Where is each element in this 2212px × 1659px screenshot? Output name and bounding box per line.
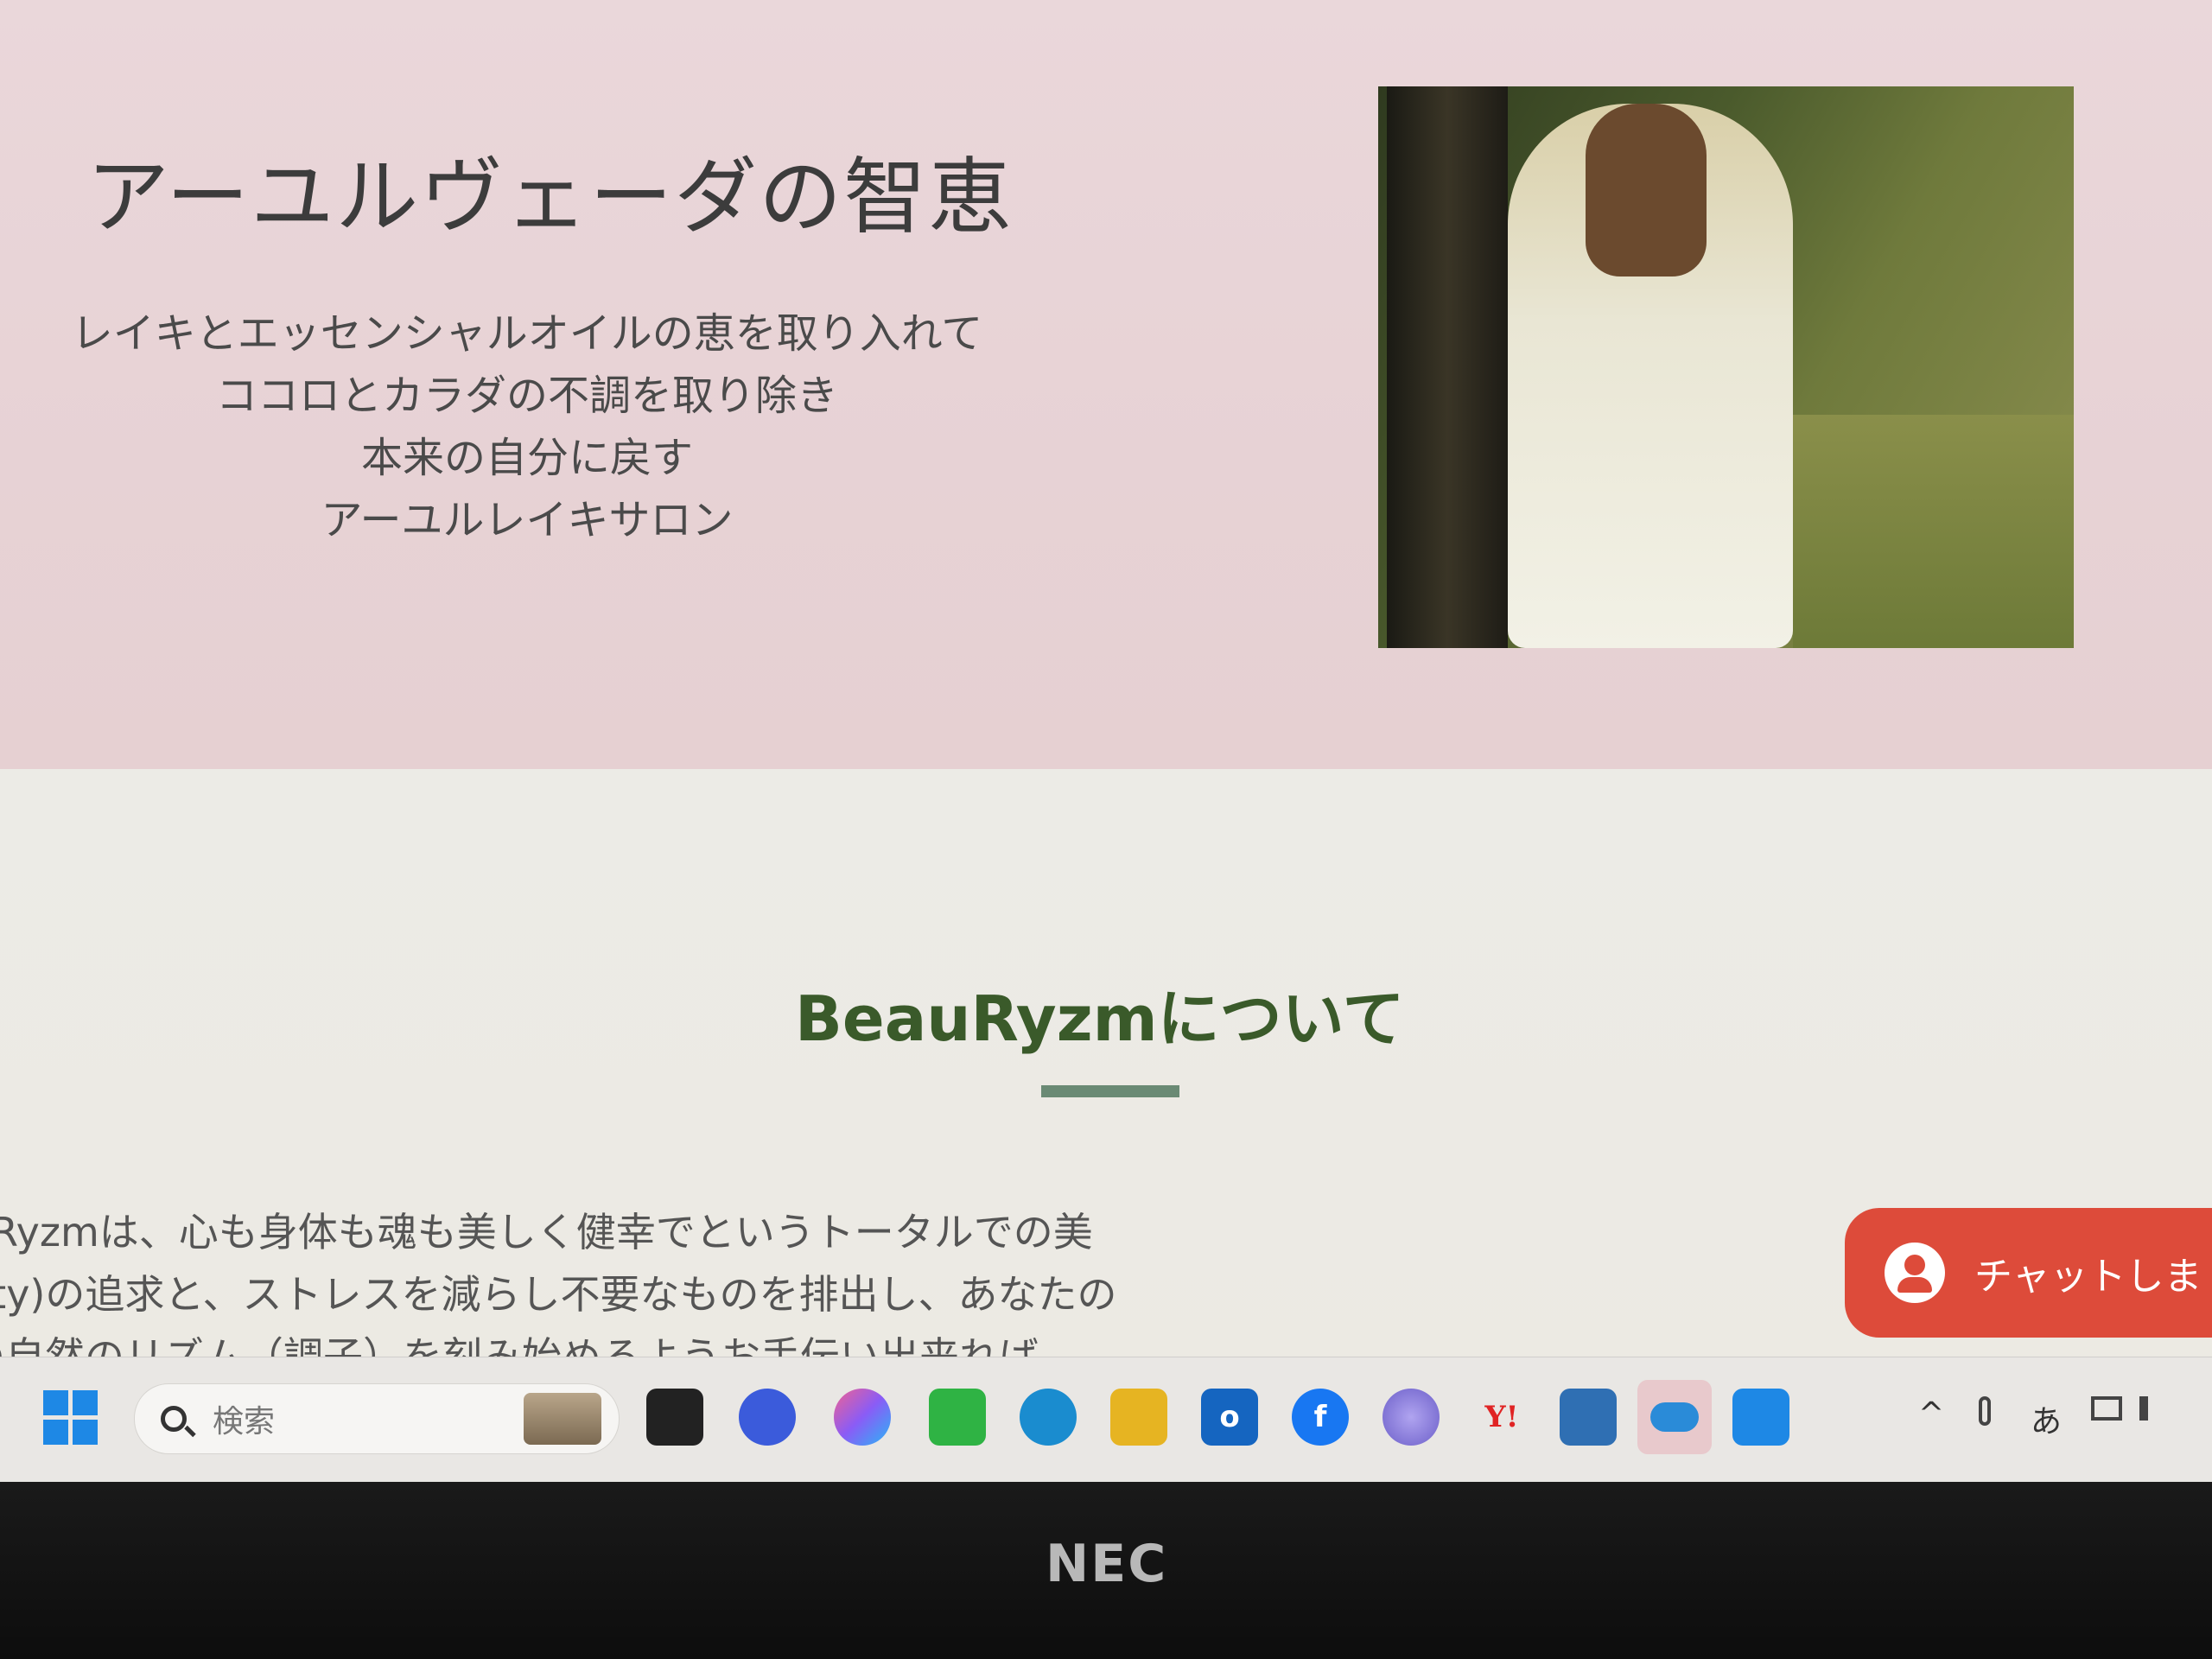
outlook-icon[interactable]: o [1201, 1389, 1258, 1446]
microphone-icon[interactable] [1979, 1396, 1991, 1426]
ime-indicator[interactable]: あ [2031, 1396, 2062, 1441]
hero-line: 本来の自分に戻す [360, 434, 693, 482]
photo-tree-trunk [1387, 86, 1508, 648]
chat-button-label: チャットしま [1974, 1255, 2202, 1299]
about-line: uRyzmは、心も身体も魂も美しく健幸でというトータルでの美 [0, 1209, 1093, 1255]
laptop-brand-logo: NEC [1046, 1534, 1168, 1594]
outlook-label: o [1219, 1400, 1240, 1434]
system-tray: ^ あ [1918, 1357, 2212, 1482]
onedrive-button[interactable] [1637, 1380, 1712, 1454]
facebook-icon[interactable]: f [1292, 1389, 1349, 1446]
hero-line: レイキとエッセンシャルオイルの恵を取り入れて [71, 309, 983, 358]
onedrive-icon [1650, 1402, 1699, 1432]
volume-icon[interactable] [2139, 1396, 2160, 1421]
chat-button[interactable]: チャットしま [1845, 1208, 2212, 1338]
edge-icon[interactable] [1020, 1389, 1077, 1446]
network-icon[interactable] [2091, 1396, 2122, 1421]
photo-background-field [1793, 415, 2074, 648]
copilot-icon[interactable] [834, 1389, 891, 1446]
hero-photo [1378, 86, 2074, 648]
taskbar: 検索 o f Y! ^ あ [0, 1357, 2212, 1482]
line-icon[interactable] [929, 1389, 986, 1446]
hero-section: アーユルヴェーダの智恵 レイキとエッセンシャルオイルの恵を取り入れて ココロとカ… [0, 0, 2212, 769]
task-view-icon[interactable] [646, 1389, 703, 1446]
notepad-icon[interactable] [1560, 1389, 1617, 1446]
photo-hair [1586, 104, 1707, 276]
app-orb-icon[interactable] [1382, 1389, 1440, 1446]
search-highlight-icon [524, 1393, 601, 1445]
hero-line: アーユルレイキサロン [321, 496, 734, 544]
hero-title: アーユルヴェーダの智恵 [86, 149, 1014, 245]
yahoo-icon[interactable]: Y! [1473, 1389, 1530, 1446]
windows-start-icon[interactable] [43, 1390, 99, 1446]
browser-viewport: アーユルヴェーダの智恵 レイキとエッセンシャルオイルの恵を取り入れて ココロとカ… [0, 0, 2212, 1482]
about-line: uty)の追求と、ストレスを減らし不要なものを排出し、あなたの [0, 1271, 1117, 1318]
facebook-label: f [1313, 1400, 1327, 1434]
photos-icon[interactable] [1732, 1389, 1789, 1446]
search-placeholder: 検索 [213, 1404, 276, 1440]
taskbar-search[interactable]: 検索 [134, 1383, 620, 1454]
yahoo-label: Y! [1484, 1400, 1519, 1434]
about-title-underline [1041, 1085, 1179, 1097]
tray-chevron-icon[interactable]: ^ [1918, 1396, 1944, 1432]
hero-tagline: レイキとエッセンシャルオイルの恵を取り入れて ココロとカラダの不調を取り除き 本… [52, 302, 1002, 551]
hero-line: ココロとカラダの不調を取り除き [215, 372, 838, 420]
search-icon [161, 1406, 187, 1432]
chat-person-icon [1885, 1243, 1945, 1303]
about-title: BeauRyzmについて [795, 982, 1405, 1055]
file-explorer-icon[interactable] [1110, 1389, 1167, 1446]
meet-icon[interactable] [739, 1389, 796, 1446]
